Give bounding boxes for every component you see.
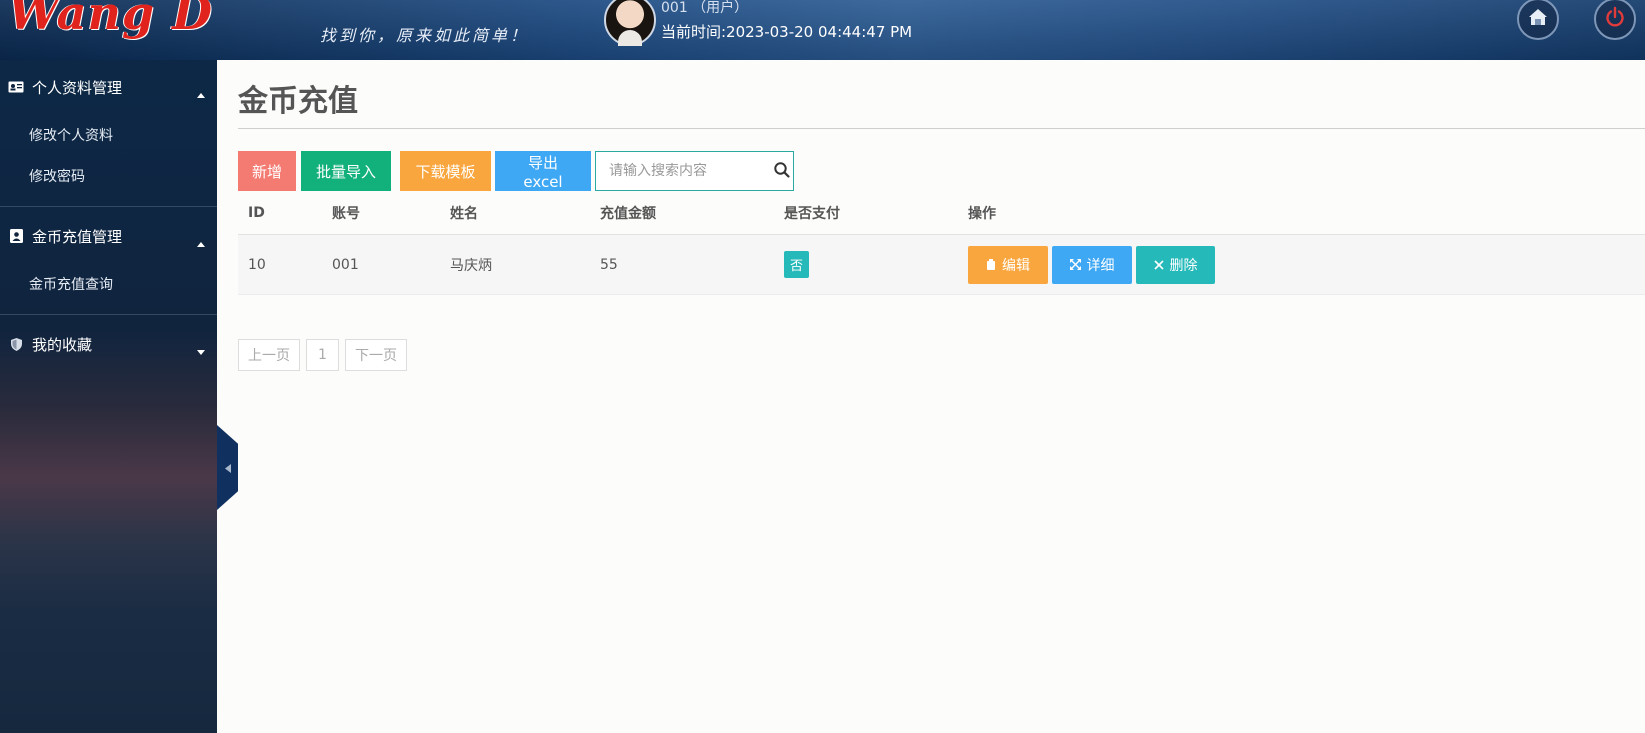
sidebar-group-title: 金币充值管理 [32, 227, 123, 246]
sidebar-group-title: 个人资料管理 [32, 78, 123, 97]
sidebar-group-header-recharge[interactable]: 金币充值管理 [0, 209, 217, 263]
prev-page-button[interactable]: 上一页 [238, 339, 300, 371]
current-user-label: 001 （用户） [661, 0, 749, 16]
edit-button[interactable]: 编辑 [968, 245, 1048, 284]
home-button[interactable] [1517, 0, 1559, 40]
sidebar-item-change-password[interactable]: 修改密码 [0, 155, 217, 196]
sidebar-divider [0, 206, 217, 207]
cell-actions: 编辑 详细 删除 [968, 235, 1219, 294]
sidebar: 个人资料管理 修改个人资料 修改密码 金币充值管理 金币充值查询 我的收藏 [0, 60, 217, 733]
sidebar-group-header-favorites[interactable]: 我的收藏 [0, 317, 217, 371]
cell-name: 马庆炳 [450, 257, 492, 274]
column-header-actions: 操作 [968, 205, 996, 222]
detail-label: 详细 [1086, 257, 1115, 274]
sidebar-group-favorites: 我的收藏 [0, 317, 217, 373]
expand-icon [1069, 259, 1081, 270]
page-title: 金币充值 [238, 84, 358, 119]
sidebar-item-edit-profile[interactable]: 修改个人资料 [0, 114, 217, 155]
site-logo[interactable]: Wang D [8, 0, 213, 40]
cell-account: 001 [332, 256, 359, 273]
search-input[interactable] [596, 153, 766, 189]
detail-button[interactable]: 详细 [1052, 245, 1132, 284]
header-slogan: 找到你，原来如此简单！ [320, 26, 530, 45]
user-avatar[interactable] [604, 0, 656, 46]
sidebar-group-header-profile[interactable]: 个人资料管理 [0, 60, 217, 114]
column-header-account[interactable]: 账号 [332, 191, 360, 234]
home-icon [1527, 7, 1549, 31]
sidebar-group-title: 我的收藏 [32, 335, 93, 354]
title-divider [238, 128, 1645, 129]
delete-label: 删除 [1169, 257, 1198, 274]
cell-amount: 55 [600, 256, 618, 273]
sidebar-divider [0, 314, 217, 315]
cell-id: 10 [248, 256, 266, 273]
caret-up-icon [197, 233, 205, 251]
cell-paid: 否 [784, 235, 810, 294]
sidebar-group-recharge: 金币充值管理 金币充值查询 [0, 209, 217, 317]
add-button[interactable]: 新增 [238, 151, 296, 191]
column-header-paid[interactable]: 是否支付 [784, 191, 840, 234]
download-template-button[interactable]: 下载模板 [400, 151, 491, 191]
current-time-label: 当前时间:2023-03-20 04:44:47 PM [661, 23, 913, 41]
power-icon [1604, 6, 1626, 32]
table-header-row: ID 账号 姓名 充值金额 是否支付 操作 [238, 191, 1645, 235]
shield-icon [8, 337, 24, 351]
page-number-button[interactable]: 1 [306, 339, 339, 371]
close-icon [1153, 259, 1164, 270]
toolbar: 新增 批量导入 下载模板 导出excel [238, 151, 794, 191]
caret-up-icon [197, 84, 205, 102]
column-header-amount[interactable]: 充值金额 [600, 191, 656, 234]
paid-status-badge: 否 [784, 251, 810, 278]
logout-button[interactable] [1594, 0, 1636, 40]
user-badge-icon [8, 229, 24, 243]
edit-icon [986, 259, 996, 270]
column-header-id[interactable]: ID [248, 191, 265, 234]
sidebar-item-recharge-query[interactable]: 金币充值查询 [0, 263, 217, 304]
export-excel-button[interactable]: 导出excel [495, 151, 591, 191]
next-page-button[interactable]: 下一页 [345, 339, 407, 371]
search-box [595, 151, 794, 191]
batch-import-button[interactable]: 批量导入 [301, 151, 391, 191]
edit-label: 编辑 [1002, 257, 1030, 274]
delete-button[interactable]: 删除 [1136, 245, 1215, 284]
column-header-name[interactable]: 姓名 [450, 191, 478, 234]
table-row: 10 001 马庆炳 55 否 编辑 详细 删除 [238, 235, 1645, 295]
pagination: 上一页 1 下一页 [238, 339, 413, 371]
sidebar-group-profile: 个人资料管理 修改个人资料 修改密码 [0, 60, 217, 209]
recharge-table: ID 账号 姓名 充值金额 是否支付 操作 10 001 马庆炳 55 否 编辑 [238, 191, 1645, 295]
caret-down-icon [197, 341, 205, 359]
main-content: 金币充值 新增 批量导入 下载模板 导出excel ID 账号 姓名 充值金额 … [217, 60, 1645, 733]
search-icon[interactable] [773, 161, 791, 183]
top-header: Wang D 找到你，原来如此简单！ 001 （用户） 当前时间:2023-03… [0, 0, 1645, 60]
id-card-icon [8, 80, 24, 94]
